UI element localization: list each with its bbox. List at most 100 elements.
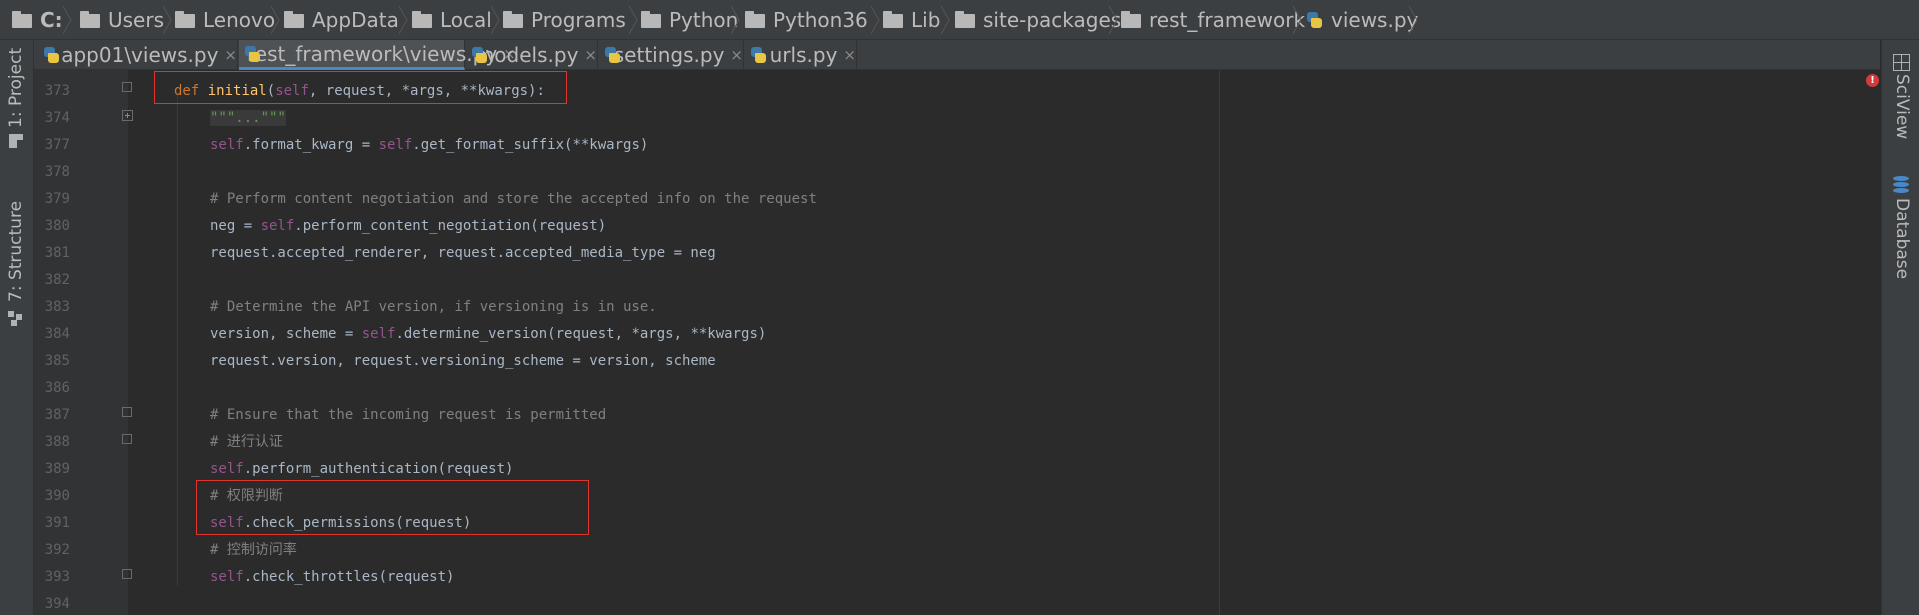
- fold-marker-icon[interactable]: [122, 82, 132, 92]
- breadcrumb-item-lib[interactable]: Lib: [883, 0, 940, 40]
- indent-guide: [177, 94, 178, 586]
- line-number: 393: [44, 569, 70, 585]
- breadcrumb-item-site-packages[interactable]: site-packages: [955, 0, 1121, 40]
- right-tool-window-strip: SciView Database: [1881, 40, 1919, 615]
- project-icon: [7, 132, 24, 149]
- fold-marker-icon[interactable]: [122, 569, 132, 579]
- editor-tab-bar: app01\views.py × rest_framework\views.py…: [34, 40, 1880, 70]
- error-marker-icon[interactable]: !: [1866, 74, 1879, 87]
- line-number: 384: [44, 326, 70, 342]
- breadcrumb-separator-icon: [62, 6, 72, 34]
- line-number: 386: [44, 380, 70, 396]
- tab-rest-framework-views[interactable]: rest_framework\views.py ×: [239, 40, 516, 70]
- tool-window-structure[interactable]: 7: Structure: [6, 201, 26, 302]
- line-number: 378: [44, 164, 70, 180]
- code-comment[interactable]: # 控制访问率: [210, 542, 297, 558]
- code-line[interactable]: request.accepted_renderer, request.accep…: [210, 245, 716, 261]
- tab-urls[interactable]: urls.py ×: [745, 40, 857, 70]
- highlight-box-initial: [154, 71, 567, 104]
- breadcrumb-separator-icon: [270, 6, 280, 34]
- left-tool-window-strip: 1: Project 7: Structure: [0, 40, 34, 615]
- code-line[interactable]: self.perform_authentication(request): [210, 461, 513, 477]
- breadcrumb-separator-icon: [628, 6, 638, 34]
- database-icon: [1893, 176, 1909, 194]
- breadcrumb-item-local[interactable]: Local: [412, 0, 492, 40]
- code-comment[interactable]: # Ensure that the incoming request is pe…: [210, 407, 606, 423]
- code-comment[interactable]: # 进行认证: [210, 434, 283, 450]
- line-number: 390: [44, 488, 70, 504]
- tool-window-database[interactable]: Database: [1892, 198, 1912, 279]
- sciview-icon: [1893, 54, 1910, 71]
- python-file-icon: [749, 46, 766, 64]
- breadcrumb-separator-icon: [162, 6, 172, 34]
- tab-app01-views[interactable]: app01\views.py ×: [38, 40, 238, 70]
- line-number: 388: [44, 434, 70, 450]
- code-line[interactable]: self.check_throttles(request): [210, 569, 454, 585]
- folder-icon: [284, 11, 304, 28]
- tab-models[interactable]: models.py ×: [466, 40, 598, 70]
- line-number: 383: [44, 299, 70, 315]
- code-line[interactable]: self.format_kwarg = self.get_format_suff…: [210, 137, 648, 153]
- tool-window-sciview[interactable]: SciView: [1892, 74, 1912, 139]
- breadcrumb-separator-icon: [490, 6, 500, 34]
- breadcrumb-item-appdata[interactable]: AppData: [284, 0, 399, 40]
- code-line[interactable]: neg = self.perform_content_negotiation(r…: [210, 218, 606, 234]
- breadcrumb-separator-icon: [1108, 6, 1118, 34]
- line-number: 379: [44, 191, 70, 207]
- breadcrumb-separator-icon: [1292, 6, 1302, 34]
- breadcrumb-item-programs[interactable]: Programs: [503, 0, 626, 40]
- line-number: 394: [44, 596, 70, 612]
- folder-icon: [955, 11, 975, 28]
- line-number: 391: [44, 515, 70, 531]
- close-icon[interactable]: ×: [584, 46, 597, 64]
- python-file-icon: [603, 46, 620, 64]
- close-icon[interactable]: ×: [730, 46, 743, 64]
- breadcrumb-item-lenovo[interactable]: Lenovo: [175, 0, 275, 40]
- fold-marker-icon[interactable]: [122, 407, 132, 417]
- folder-icon: [503, 11, 523, 28]
- folder-icon: [412, 11, 432, 28]
- breadcrumb-item-views-py[interactable]: views.py: [1305, 0, 1418, 40]
- code-comment[interactable]: # Determine the API version, if versioni…: [210, 299, 657, 315]
- code-line[interactable]: version, scheme = self.determine_version…: [210, 326, 766, 342]
- breadcrumb-separator-icon: [730, 6, 740, 34]
- code-line-collapsed-docstring[interactable]: """...""": [210, 110, 286, 126]
- expand-fold-icon[interactable]: [122, 110, 133, 121]
- line-number: 374: [44, 110, 70, 126]
- tab-settings[interactable]: settings.py ×: [599, 40, 744, 70]
- breadcrumb-item-python36[interactable]: Python36: [745, 0, 868, 40]
- line-number: 385: [44, 353, 70, 369]
- tool-window-project[interactable]: 1: Project: [6, 48, 26, 128]
- breadcrumb: C: Users Lenovo AppData Local Programs P…: [0, 0, 1919, 40]
- folder-icon: [883, 11, 903, 28]
- breadcrumb-item-rest-framework[interactable]: rest_framework: [1121, 0, 1305, 40]
- breadcrumb-separator-icon: [940, 6, 950, 34]
- line-number: 389: [44, 461, 70, 477]
- structure-icon: [7, 310, 24, 327]
- breadcrumb-separator-icon: [398, 6, 408, 34]
- folder-icon: [745, 11, 765, 28]
- fold-marker-icon[interactable]: [122, 434, 132, 444]
- line-number: 382: [44, 272, 70, 288]
- folder-icon: [175, 11, 195, 28]
- close-icon[interactable]: ×: [224, 46, 237, 64]
- python-file-icon: [1305, 11, 1323, 29]
- breadcrumb-separator-icon: [870, 6, 880, 34]
- code-line[interactable]: request.version, request.versioning_sche…: [210, 353, 716, 369]
- breadcrumb-separator-icon: [1408, 6, 1418, 34]
- line-number: 387: [44, 407, 70, 423]
- line-number: 377: [44, 137, 70, 153]
- folder-icon: [80, 11, 100, 28]
- line-number: 373: [44, 83, 70, 99]
- line-number: 380: [44, 218, 70, 234]
- breadcrumb-item-c[interactable]: C:: [12, 0, 63, 40]
- code-comment[interactable]: # Perform content negotiation and store …: [210, 191, 817, 207]
- line-number: 381: [44, 245, 70, 261]
- breadcrumb-item-python[interactable]: Python: [641, 0, 738, 40]
- line-number: 392: [44, 542, 70, 558]
- close-icon[interactable]: ×: [843, 46, 856, 64]
- python-file-icon: [470, 46, 487, 64]
- folder-icon: [1121, 11, 1141, 28]
- breadcrumb-item-users[interactable]: Users: [80, 0, 164, 40]
- right-margin-guide: [1219, 70, 1220, 615]
